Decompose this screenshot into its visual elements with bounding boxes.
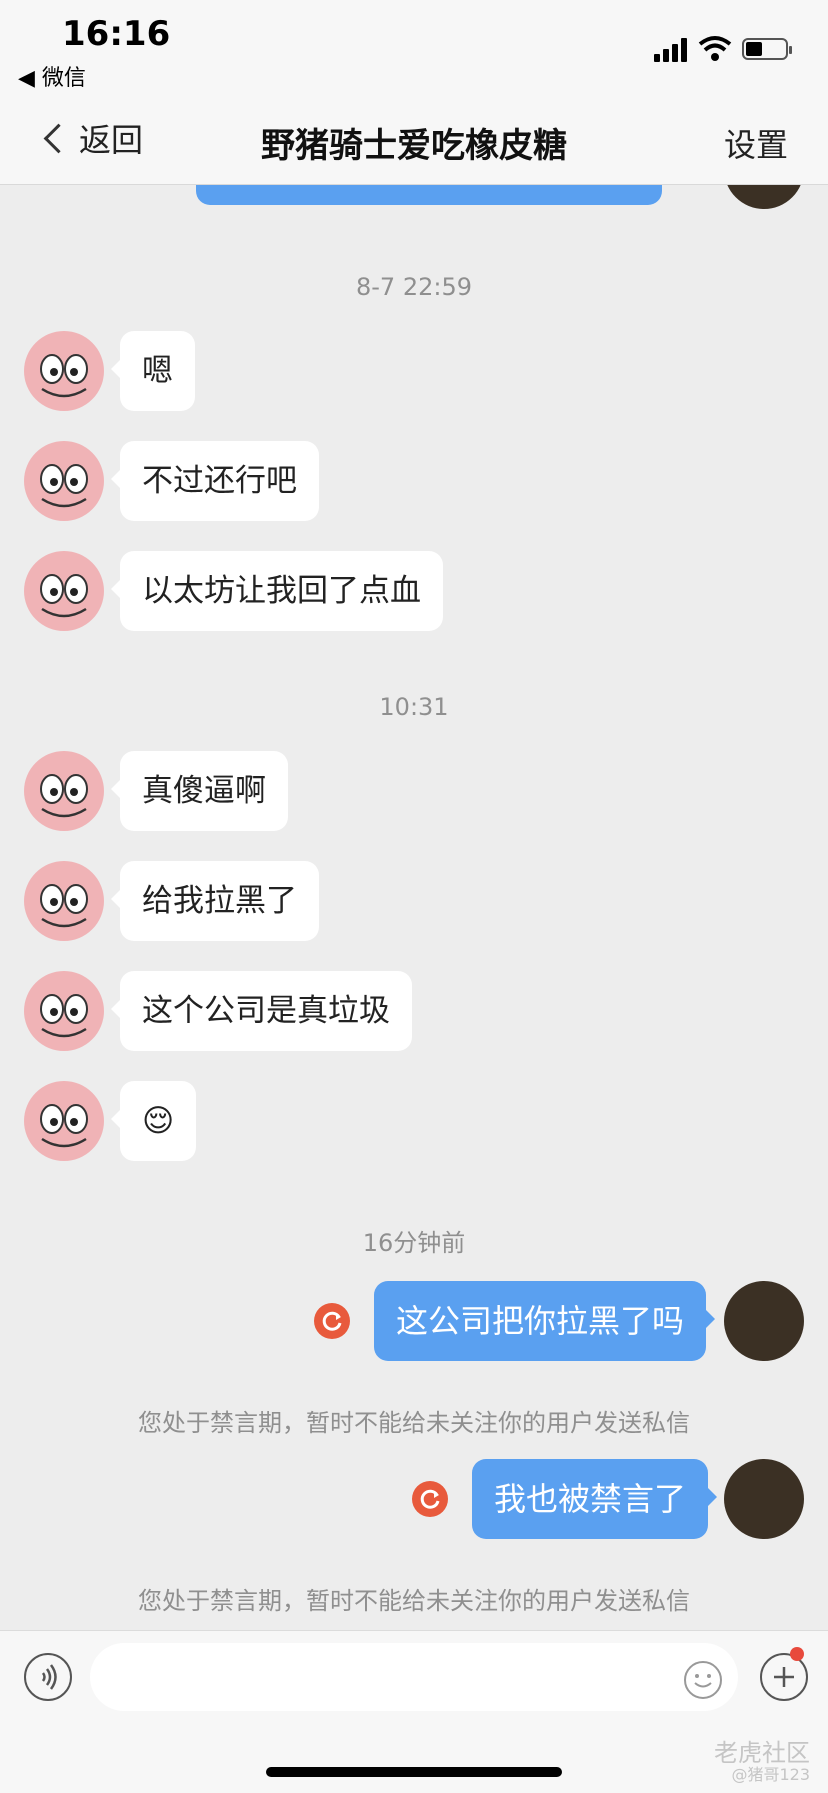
outgoing-message[interactable]: 我也被禁言了: [472, 1459, 718, 1539]
contact-avatar[interactable]: [24, 751, 104, 831]
battery-icon: [742, 38, 792, 60]
my-avatar[interactable]: [724, 1459, 804, 1539]
mute-notice: 您处于禁言期，暂时不能给未关注你的用户发送私信: [138, 1587, 690, 1615]
contact-avatar[interactable]: [24, 861, 104, 941]
incoming-message[interactable]: 这个公司是真垃圾: [111, 971, 412, 1051]
input-bar: 老虎社区 @猪哥123: [0, 1630, 828, 1793]
status-bar: 16:16 ◀ 微信: [0, 0, 828, 92]
incoming-message[interactable]: 真傻逼啊: [111, 751, 288, 831]
mute-notice: 您处于禁言期，暂时不能给未关注你的用户发送私信: [138, 1409, 690, 1437]
contact-avatar[interactable]: [24, 551, 104, 631]
wifi-icon: [698, 36, 732, 61]
incoming-message[interactable]: 嗯: [111, 331, 195, 411]
watermark-user: @猪哥123: [731, 1765, 810, 1784]
timestamp: 10:31: [379, 693, 449, 721]
cellular-signal-icon: [654, 38, 688, 62]
smiley-icon: [694, 1674, 712, 1688]
timestamp: 8-7 22:59: [356, 273, 472, 301]
plus-icon: [774, 1667, 794, 1687]
timestamp: 16分钟前: [362, 1229, 466, 1257]
emoji-button[interactable]: [684, 1661, 722, 1699]
nav-bar: 返回 野猪骑士爱吃橡皮糖 设置: [0, 92, 828, 185]
outgoing-message[interactable]: 这公司把你拉黑了吗: [374, 1281, 716, 1361]
status-time: 16:16: [62, 14, 171, 54]
more-actions-button[interactable]: [760, 1653, 808, 1701]
incoming-emoji-message[interactable]: 😌: [110, 1081, 197, 1161]
chat-list[interactable]: 8-7 22:59 嗯 不过还行吧 以太坊让我回了点血 10:31 真傻逼啊 给…: [0, 185, 828, 1630]
message-input-field[interactable]: [90, 1643, 738, 1711]
home-indicator[interactable]: [266, 1767, 562, 1777]
contact-avatar[interactable]: [24, 331, 104, 411]
incoming-message[interactable]: 不过还行吧: [111, 441, 319, 521]
settings-button[interactable]: 设置: [724, 120, 788, 166]
notification-dot: [790, 1647, 804, 1661]
resend-icon[interactable]: [314, 1303, 350, 1339]
resend-icon[interactable]: [412, 1481, 448, 1517]
incoming-message[interactable]: 以太坊让我回了点血: [111, 551, 443, 631]
message-input[interactable]: [114, 1657, 658, 1699]
page-title: 野猪骑士爱吃橡皮糖: [261, 126, 567, 166]
back-to-wechat-link[interactable]: ◀ 微信: [18, 60, 86, 92]
contact-avatar[interactable]: [24, 1081, 104, 1161]
voice-icon: [41, 1664, 57, 1690]
my-avatar[interactable]: [724, 185, 804, 209]
incoming-message[interactable]: 给我拉黑了: [111, 861, 319, 941]
contact-avatar[interactable]: [24, 441, 104, 521]
voice-input-button[interactable]: [24, 1653, 72, 1701]
outgoing-message-partial[interactable]: [196, 185, 662, 205]
my-avatar[interactable]: [724, 1281, 804, 1361]
contact-avatar[interactable]: [24, 971, 104, 1051]
